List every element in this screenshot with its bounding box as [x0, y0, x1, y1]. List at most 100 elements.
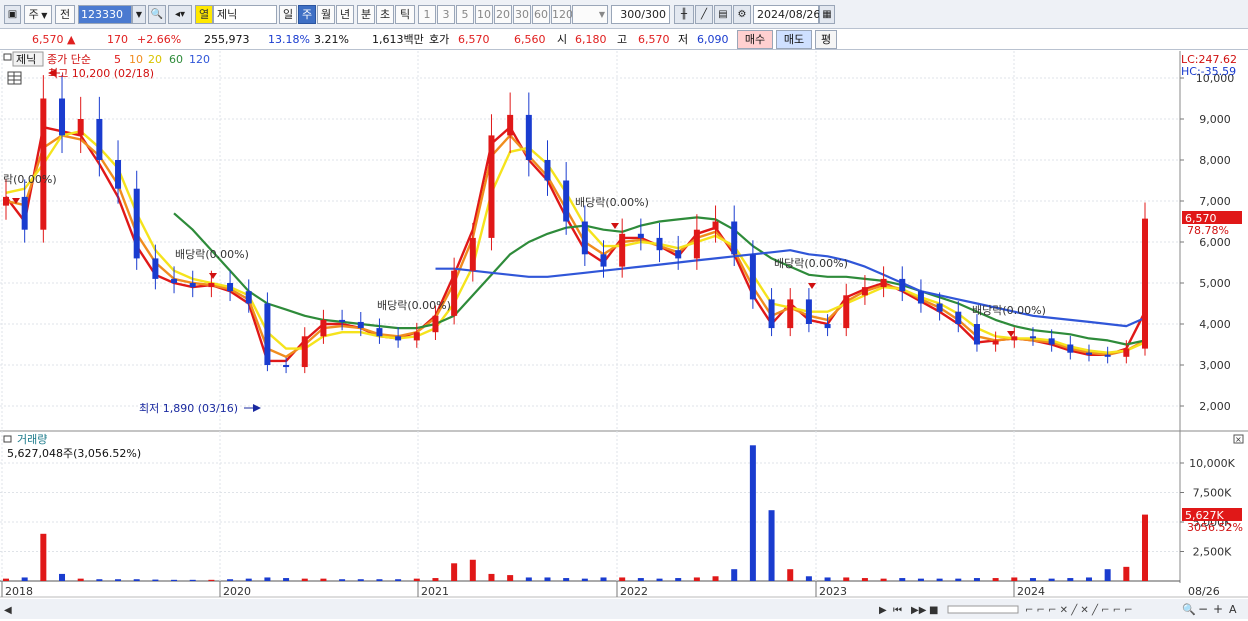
last-pct-tag: 78.78% — [1187, 224, 1229, 237]
toolbar: ▣ 주 ▼ 전 123330 ▼ 🔍 ◂▾ 열 제닉 일 주 월 년 분 초 틱… — [0, 0, 1248, 29]
period-month[interactable]: 월 — [317, 5, 335, 24]
interval-10[interactable]: 10 — [475, 5, 493, 24]
candle-body — [1142, 218, 1148, 349]
volume-summary: 5,627,048주(3,056.52%) — [7, 447, 141, 460]
code-input[interactable]: 123330 — [78, 5, 132, 24]
volume-bar — [637, 578, 644, 581]
candle-body — [712, 221, 719, 230]
buy-button[interactable]: 매수 — [737, 30, 773, 49]
interval-60[interactable]: 60 — [532, 5, 550, 24]
candle-body — [1067, 344, 1074, 353]
count-input[interactable]: 300/300 — [611, 5, 670, 24]
market-select[interactable]: 주 ▼ — [24, 5, 52, 24]
zoom-in-icon[interactable]: + — [1213, 602, 1223, 616]
candle-body — [320, 319, 327, 337]
period-year[interactable]: 년 — [336, 5, 354, 24]
draw-tool-icon[interactable]: ╱ — [695, 5, 713, 24]
high-price: 6,570 — [638, 33, 670, 46]
candle-body — [1011, 336, 1018, 341]
x-last-date-label: 08/26 — [1188, 585, 1220, 598]
stock-name-field[interactable]: 제닉 — [213, 5, 277, 24]
calendar-icon[interactable]: ▦ — [819, 5, 835, 24]
candle-body — [693, 229, 700, 259]
candle-body — [395, 336, 402, 341]
code-dropdown-icon[interactable]: ▼ — [132, 5, 146, 24]
speaker-icon[interactable]: ◂▾ — [168, 5, 192, 24]
scroll-right-icon[interactable]: ▶ — [879, 605, 887, 616]
search-icon[interactable]: 🔍 — [148, 5, 166, 24]
candle-body — [357, 321, 364, 329]
panel-tab-label: 제닉 — [16, 53, 36, 66]
volume-bar — [21, 577, 28, 581]
candle-body — [189, 283, 196, 288]
volume-bar — [656, 578, 663, 581]
count-value: 300 — [620, 8, 642, 21]
candle-body — [264, 303, 271, 365]
hc-readout: HC:-35.59 — [1181, 65, 1236, 78]
volume-bar — [283, 578, 290, 581]
interval-3[interactable]: 3 — [437, 5, 455, 24]
volume-bar — [712, 576, 719, 581]
y-tick-label: 5,000 — [1199, 277, 1231, 290]
volume-bar — [1085, 577, 1092, 581]
volume-bar — [96, 579, 103, 581]
prev-button[interactable]: 전 — [55, 5, 75, 24]
layout-icon[interactable]: ▣ — [4, 5, 21, 24]
interval-120[interactable]: 120 — [551, 5, 573, 24]
volume-bar — [245, 578, 252, 581]
zoom-icon[interactable]: 🔍 — [1182, 602, 1196, 616]
high-label: 고 — [617, 33, 628, 46]
interval-30[interactable]: 30 — [513, 5, 531, 24]
trade-volume: 255,973 — [204, 33, 250, 46]
volume-bar — [152, 579, 159, 581]
ma-legend-5: 5 — [114, 53, 121, 66]
volume-bar — [955, 578, 962, 581]
stop-icon[interactable]: ■ — [929, 605, 938, 616]
candle-type-icon[interactable]: ╫ — [674, 5, 694, 24]
candle-body — [339, 319, 346, 322]
candle-body — [1048, 338, 1055, 345]
candle-body — [787, 299, 794, 329]
quote-bar: 6,570 ▲ 170 +2.66% 255,973 13.18% 3.21% … — [0, 29, 1248, 50]
volume-bar — [973, 578, 980, 581]
period-second[interactable]: 초 — [376, 5, 394, 24]
svg-text:×: × — [1235, 435, 1242, 444]
volume-bar — [77, 578, 84, 581]
volume-bar — [488, 573, 495, 581]
period-week[interactable]: 주 — [298, 5, 316, 24]
volume-bar — [357, 579, 364, 581]
avg-button[interactable]: 평 — [815, 30, 837, 49]
play-icon[interactable]: ▶▶ — [911, 605, 927, 616]
save-icon[interactable]: ▤ — [714, 5, 732, 24]
interval-20[interactable]: 20 — [494, 5, 512, 24]
period-minute[interactable]: 분 — [357, 5, 375, 24]
interval-1[interactable]: 1 — [418, 5, 436, 24]
sell-button[interactable]: 매도 — [776, 30, 812, 49]
candle-body — [152, 258, 159, 279]
open-label: 시 — [557, 33, 568, 46]
period-tick[interactable]: 틱 — [395, 5, 415, 24]
ma-legend-60: 60 — [169, 53, 183, 66]
scroll-left-icon[interactable]: ◀ — [4, 605, 12, 616]
volume-bar — [600, 577, 607, 581]
candle-body — [245, 291, 252, 304]
ma-legend-10: 10 — [129, 53, 143, 66]
interval-custom-select[interactable]: ▼ — [572, 5, 608, 24]
draw-tools-icon[interactable]: ⌐ ⌐ ⌐ ✕ ╱ ✕ ╱ ⌐ ⌐ ⌐ — [1025, 603, 1133, 616]
candle-body — [1029, 336, 1036, 339]
date-input[interactable]: 2024/08/26 — [753, 5, 820, 24]
candle-body — [917, 291, 924, 304]
candle-body — [40, 98, 47, 230]
ma-legend-prefix: 종가 단순 — [47, 53, 91, 66]
gear-icon[interactable]: ⚙ — [733, 5, 751, 24]
volume-bar — [376, 579, 383, 581]
font-size-icon[interactable]: A — [1229, 603, 1237, 616]
period-day[interactable]: 일 — [279, 5, 297, 24]
zoom-out-icon[interactable]: − — [1198, 602, 1208, 616]
candle-body — [731, 221, 738, 255]
interval-5[interactable]: 5 — [456, 5, 474, 24]
scroll-thumb[interactable] — [947, 605, 1019, 614]
candle-body — [208, 283, 215, 288]
rewind-icon[interactable]: ⏮ — [893, 605, 902, 616]
open-price: 6,180 — [575, 33, 607, 46]
